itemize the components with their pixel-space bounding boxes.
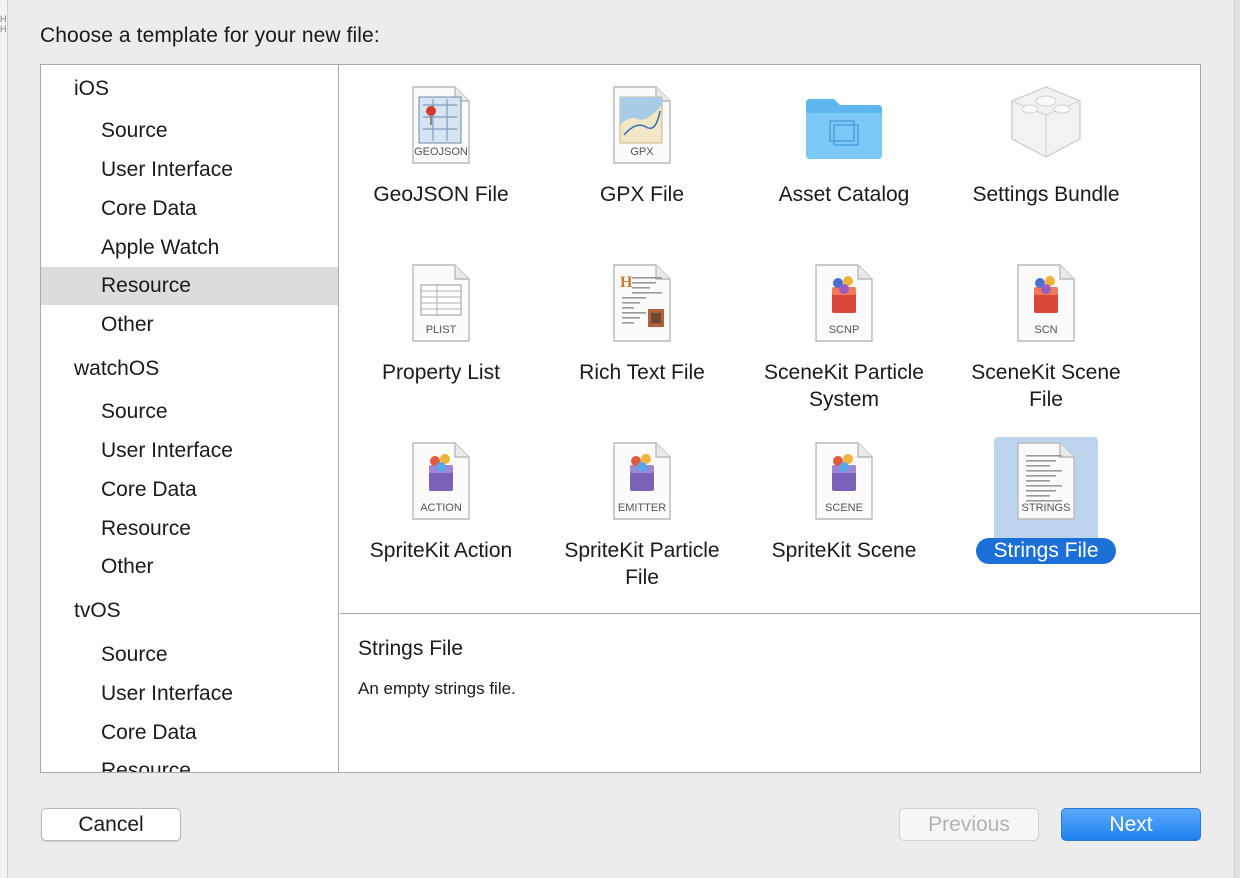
svg-text:SCNP: SCNP [829,324,860,336]
sidebar-item-core-data[interactable]: Core Data [41,714,338,752]
template-spritekit-action[interactable]: ACTION SpriteKit Action [340,421,542,591]
template-geojson-file[interactable]: GEOJSON GeoJSON File [340,65,542,235]
template-label: Asset Catalog [778,183,910,206]
spritekit-scene-icon: SCENE [792,437,896,541]
gpx-file-icon: GPX [590,81,694,185]
sidebar-section-tvos[interactable]: tvOS [41,592,338,630]
template-label: SpriteKit Action [369,539,513,562]
template-label: Strings File [945,537,1147,564]
template-grid: GEOJSON GeoJSON File GPX GPX File Asset Cata… [340,65,1200,614]
svg-text:GEOJSON: GEOJSON [414,146,468,158]
svg-text:H: H [620,274,633,291]
sidebar-item-other[interactable]: Other [41,306,338,344]
template-label: GPX File [599,183,685,206]
template-label: SpriteKit Scene [771,539,917,562]
window-right-edge [1234,0,1240,878]
template-chooser: iOS Source User Interface Core Data Apple Wa… [40,64,1201,773]
svg-text:PLIST: PLIST [426,324,457,336]
scenekit-particle-icon: SCNP [792,259,896,363]
sidebar-item-source[interactable]: Source [41,112,338,150]
description-text: An empty strings file. [358,679,516,698]
template-strings-file[interactable]: STRINGS Strings File [945,421,1147,591]
svg-text:STRINGS: STRINGS [1022,502,1071,514]
sidebar-item-resource[interactable]: Resource [41,267,338,305]
sidebar-item-user-interface[interactable]: User Interface [41,675,338,713]
template-asset-catalog[interactable]: Asset Catalog [743,65,945,235]
svg-text:GPX: GPX [630,146,654,158]
template-label: Property List [382,361,500,384]
sidebar-section-watchos[interactable]: watchOS [41,350,338,388]
sidebar-item-other[interactable]: Other [41,548,338,586]
template-label: GeoJSON File [373,183,509,206]
spritekit-action-icon: ACTION [389,437,493,541]
svg-text:ACTION: ACTION [420,502,462,514]
rich-text-file-icon: H [590,259,694,363]
template-label: SceneKit Particle System [764,361,924,411]
template-property-list[interactable]: PLIST Property List [340,243,542,413]
svg-text:SCENE: SCENE [825,502,863,514]
sidebar-item-user-interface[interactable]: User Interface [41,151,338,189]
template-label: Settings Bundle [972,183,1120,206]
sidebar-item-resource[interactable]: Resource [41,752,338,772]
template-label: SpriteKit Particle File [564,539,720,589]
svg-text:EMITTER: EMITTER [618,502,666,514]
template-label: Rich Text File [579,361,705,384]
folder-icon [792,81,896,185]
template-label: SceneKit Scene File [971,361,1121,411]
sidebar-item-source[interactable]: Source [41,393,338,431]
sidebar-item-resource[interactable]: Resource [41,510,338,548]
spritekit-emitter-icon: EMITTER [590,437,694,541]
scenekit-scene-icon: SCN [994,259,1098,363]
dialog-title: Choose a template for your new file: [40,24,380,47]
description-title: Strings File [358,637,464,660]
sidebar-item-source[interactable]: Source [41,636,338,674]
template-scenekit-scene-file[interactable]: SCN SceneKit Scene File [945,243,1147,413]
window-left-edge: HH [0,0,8,878]
template-scenekit-particle-system[interactable]: SCNP SceneKit Particle System [743,243,945,413]
template-spritekit-particle-file[interactable]: EMITTER SpriteKit Particle File [541,421,743,591]
next-button[interactable]: Next [1061,808,1201,841]
sidebar-item-core-data[interactable]: Core Data [41,471,338,509]
template-rich-text-file[interactable]: H Rich Text File [541,243,743,413]
sidebar-section-ios[interactable]: iOS [41,70,338,108]
geojson-file-icon: GEOJSON [389,81,493,185]
plist-file-icon: PLIST [389,259,493,363]
previous-button[interactable]: Previous [899,808,1039,841]
sidebar-item-core-data[interactable]: Core Data [41,190,338,228]
svg-text:SCN: SCN [1034,324,1057,336]
settings-bundle-icon [994,81,1098,185]
strings-file-icon: STRINGS [994,437,1098,541]
platform-category-sidebar[interactable]: iOS Source User Interface Core Data Apple Wa… [41,65,339,772]
template-description-panel: Strings File An empty strings file. [340,615,1200,772]
sidebar-item-user-interface[interactable]: User Interface [41,432,338,470]
template-gpx-file[interactable]: GPX GPX File [541,65,743,235]
sidebar-item-apple-watch[interactable]: Apple Watch [41,229,338,267]
cancel-button[interactable]: Cancel [41,808,181,841]
template-spritekit-scene[interactable]: SCENE SpriteKit Scene [743,421,945,591]
template-settings-bundle[interactable]: Settings Bundle [945,65,1147,235]
